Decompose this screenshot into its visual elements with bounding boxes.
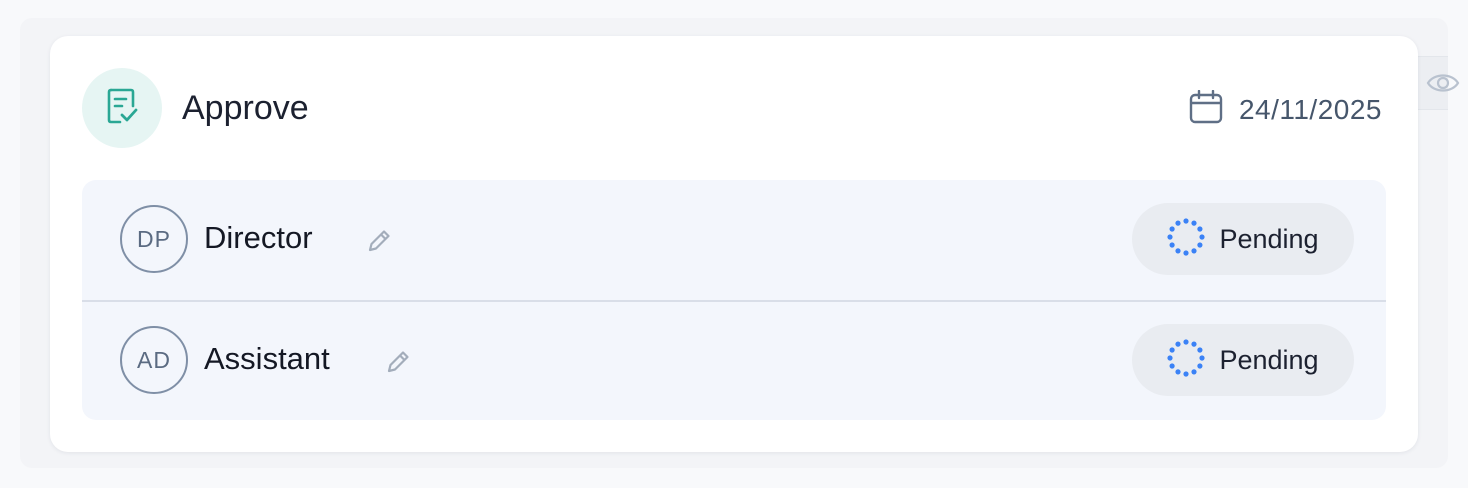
approver-name: Assistant (204, 341, 330, 376)
pencil-icon[interactable] (385, 347, 413, 380)
approval-step-card: Approve 24/11/2025 DP Director Pending A… (50, 36, 1418, 452)
status-label: Pending (1219, 223, 1319, 254)
side-panel-edge[interactable] (1418, 56, 1460, 110)
document-check-icon (105, 87, 139, 130)
step-icon-badge (82, 68, 162, 148)
avatar: DP (120, 205, 188, 273)
status-badge: Pending (1132, 203, 1354, 275)
date-value: 24/11/2025 (1238, 93, 1382, 125)
approver-row: DP Director Pending (82, 180, 1386, 300)
step-date: 24/11/2025 (1189, 89, 1382, 129)
status-badge: Pending (1132, 324, 1354, 396)
approver-list: DP Director Pending AD Assistant Pending (82, 180, 1386, 420)
eye-icon[interactable] (1426, 69, 1460, 102)
step-title: Approve (182, 89, 309, 127)
dotted-spinner-icon (1167, 338, 1206, 382)
calendar-icon (1189, 89, 1223, 129)
approver-name: Director (204, 220, 313, 255)
pencil-icon[interactable] (366, 226, 394, 259)
avatar: AD (120, 326, 188, 394)
approver-row: AD Assistant Pending (82, 300, 1386, 420)
dotted-spinner-icon (1167, 217, 1206, 261)
status-label: Pending (1219, 344, 1319, 375)
